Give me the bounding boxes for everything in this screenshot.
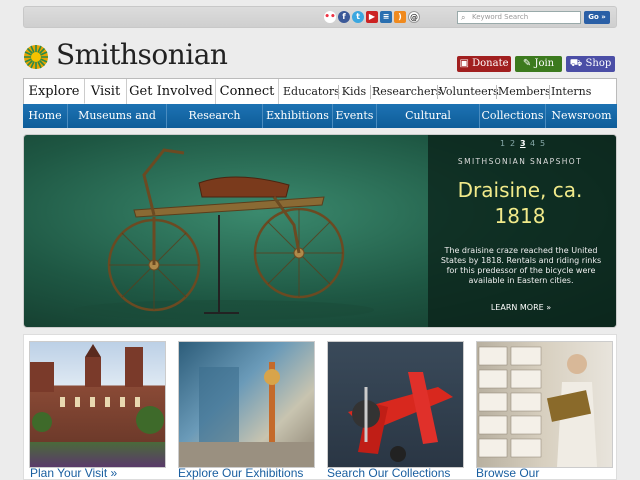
divider <box>437 85 438 99</box>
divider <box>549 85 550 99</box>
pager-1[interactable]: 1 <box>500 139 505 148</box>
twitter-icon[interactable]: t <box>352 11 364 23</box>
donate-button[interactable]: ▣ Donate <box>457 56 511 72</box>
search-placeholder: Keyword Search <box>472 13 529 21</box>
secondary-nav: Home Museums and Zoo Research Centers Ex… <box>23 104 617 146</box>
shop-label: Shop <box>585 58 612 69</box>
gift-icon: ▣ <box>459 58 469 69</box>
hero-title-line2: 1818 <box>494 204 546 228</box>
donate-label: Donate <box>472 58 509 69</box>
nav-home[interactable]: Home <box>23 104 68 128</box>
tile-exhibition-image[interactable] <box>178 341 315 468</box>
hero-caption-panel: 1 2 3 4 5 SMITHSONIAN SNAPSHOT Draisine,… <box>428 135 616 327</box>
tile-caption-browse[interactable]: Browse Our <box>476 466 539 480</box>
cart-icon: ⛟ <box>569 58 583 69</box>
learn-more-link[interactable]: LEARN MORE » <box>428 303 614 312</box>
rss-icon[interactable]: ) <box>394 11 406 23</box>
nav-researchers[interactable]: Researchers <box>372 79 441 104</box>
join-label: Join <box>534 58 555 69</box>
sunburst-logo-icon[interactable] <box>23 44 49 70</box>
divider <box>370 85 371 99</box>
nav-cultural-programs[interactable]: Cultural Programs <box>377 104 480 146</box>
nav-collections[interactable]: Collections <box>480 104 546 128</box>
pager-3-active[interactable]: 3 <box>520 139 526 148</box>
tile-caption-plan-visit[interactable]: Plan Your Visit » <box>30 466 117 480</box>
blog-icon[interactable]: ≡ <box>380 11 392 23</box>
archive-shelves-illustration <box>478 346 597 467</box>
youtube-icon[interactable]: ▶ <box>366 11 378 23</box>
divider <box>338 85 339 99</box>
tile-castle-image[interactable] <box>29 341 166 468</box>
brand-name[interactable]: Smithsonian <box>56 38 228 71</box>
tile-airplane-image[interactable] <box>327 341 464 468</box>
nav-visit[interactable]: Visit <box>85 79 127 104</box>
email-icon[interactable]: @ <box>408 11 420 23</box>
nav-newsroom[interactable]: Newsroom <box>546 104 617 128</box>
shop-button[interactable]: ⛟ Shop <box>566 56 615 72</box>
nav-connect[interactable]: Connect <box>216 79 279 104</box>
pager-5[interactable]: 5 <box>540 139 545 148</box>
hero-slideshow[interactable]: 1 2 3 4 5 SMITHSONIAN SNAPSHOT Draisine,… <box>23 134 617 328</box>
search-icon: ⌕ <box>461 13 466 22</box>
divider <box>496 85 497 99</box>
tile-caption-exhibitions[interactable]: Explore Our Exhibitions <box>178 466 303 480</box>
nav-research-centers[interactable]: Research Centers <box>167 104 263 146</box>
tile-archive-image[interactable] <box>476 341 613 468</box>
nav-kids[interactable]: Kids <box>340 79 368 104</box>
pager-4[interactable]: 4 <box>530 139 535 148</box>
utility-bar: •• f t ▶ ≡ ) @ ⌕ Keyword Search Go » <box>23 6 617 28</box>
draisine-image <box>74 148 374 320</box>
nav-members[interactable]: Members <box>498 79 551 104</box>
exhibition-illustration <box>179 362 314 467</box>
search-input[interactable]: ⌕ Keyword Search <box>457 11 581 24</box>
hero-title-line1: Draisine, ca. <box>457 178 583 202</box>
facebook-icon[interactable]: f <box>338 11 350 23</box>
social-icons: •• f t ▶ ≡ ) @ <box>324 11 420 23</box>
pencil-icon: ✎ <box>522 58 532 69</box>
search-go-button[interactable]: Go » <box>584 11 610 24</box>
red-airplane-illustration <box>348 372 453 462</box>
primary-nav: Explore Visit Get Involved Connect Educa… <box>23 78 617 104</box>
nav-explore[interactable]: Explore <box>24 79 85 104</box>
nav-educators[interactable]: Educators <box>283 79 340 104</box>
nav-volunteers[interactable]: Volunteers <box>439 79 499 104</box>
flickr-icon[interactable]: •• <box>324 11 336 23</box>
hero-kicker: SMITHSONIAN SNAPSHOT <box>457 157 583 166</box>
hero-description: The draisine craze reached the United St… <box>440 246 602 285</box>
nav-interns[interactable]: Interns <box>551 79 591 104</box>
tile-caption-collections[interactable]: Search Our Collections <box>327 466 450 480</box>
hero-title: Draisine, ca. 1818 <box>428 177 612 229</box>
join-button[interactable]: ✎ Join <box>515 56 562 72</box>
castle-illustration <box>30 344 164 434</box>
nav-museums-and-zoo[interactable]: Museums and Zoo <box>68 104 167 146</box>
nav-events[interactable]: Events <box>333 104 377 128</box>
nav-exhibitions[interactable]: Exhibitions <box>263 104 333 128</box>
nav-get-involved[interactable]: Get Involved <box>127 79 216 104</box>
pager-2[interactable]: 2 <box>510 139 515 148</box>
